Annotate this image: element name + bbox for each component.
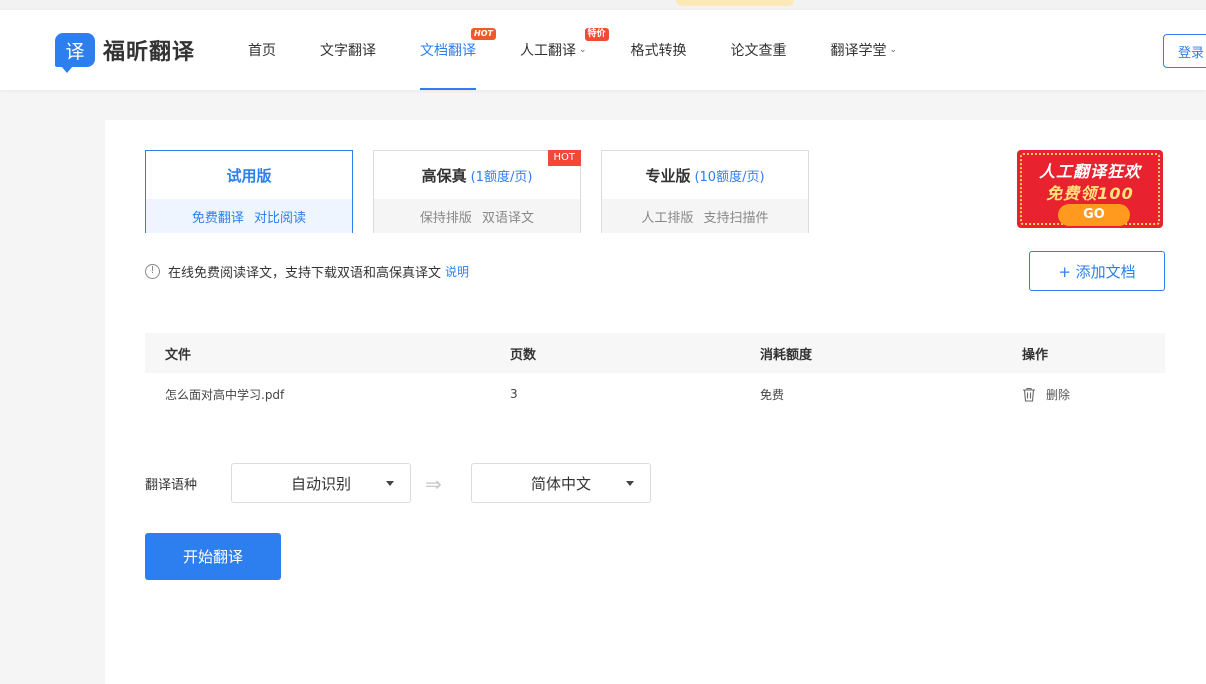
arrow-right-icon: ⇒: [425, 472, 442, 496]
plan-title: 试用版: [146, 151, 352, 199]
notice: ! 在线免费阅读译文，支持下载双语和高保真译文 说明: [145, 262, 469, 281]
nav-item-3[interactable]: 人工翻译 ⌄ 特价: [498, 10, 609, 90]
notice-link[interactable]: 说明: [445, 263, 469, 280]
start-translation-button[interactable]: 开始翻译: [145, 533, 281, 580]
main-nav: 首页 文字翻译 文档翻译 HOT 人工翻译 ⌄ 特价 格式转换 论文查重 翻译学堂 ⌄: [226, 10, 919, 90]
plan-card-0[interactable]: 试用版免费翻译 对比阅读: [145, 150, 353, 233]
nav-label: 首页: [248, 43, 276, 59]
add-document-button[interactable]: + 添加文档: [1029, 251, 1165, 291]
header-action: 操作: [1022, 347, 1049, 363]
nav-label: 翻译学堂: [830, 43, 887, 59]
file-name: 怎么面对高中学习.pdf: [165, 387, 285, 402]
main-panel: 试用版免费翻译 对比阅读 高保真 (1额度/页) 保持排版 双语译文 HOT 专业版 (10…: [105, 120, 1206, 684]
nav-item-5[interactable]: 论文查重: [709, 10, 809, 90]
nav-label: 文字翻译: [320, 43, 376, 59]
plan-name: 高保真: [421, 166, 467, 185]
header-file: 文件: [165, 347, 192, 363]
promo-banner[interactable]: 人工翻译狂欢 免费领100 GO: [1017, 150, 1163, 228]
nav-item-2[interactable]: 文档翻译 HOT: [398, 10, 498, 90]
chevron-down-icon: ⌄: [579, 45, 587, 55]
nav-label: 格式转换: [630, 43, 687, 59]
nav-badge: 特价: [584, 28, 609, 41]
cost-value: 免费: [760, 387, 785, 402]
promo-line1: 人工翻译狂欢: [1038, 162, 1141, 181]
plan-features: 保持排版 双语译文: [374, 199, 580, 233]
plan-name: 试用版: [226, 166, 272, 185]
header-pages: 页数: [510, 347, 537, 363]
file-table: 文件 页数 消耗额度 操作 怎么面对高中学习.pdf 3 免费 删除: [145, 333, 1165, 415]
plan-name: 专业版: [645, 166, 691, 185]
nav-item-1[interactable]: 文字翻译: [298, 10, 398, 90]
target-language-select[interactable]: 简体中文: [471, 463, 651, 503]
plan-card-2[interactable]: 专业版 (10额度/页) 人工排版 支持扫描件: [601, 150, 809, 233]
plan-credit: (10额度/页): [694, 169, 765, 185]
nav-label: 文档翻译: [420, 43, 476, 59]
plan-title: 专业版 (10额度/页): [602, 151, 808, 199]
nav-label: 论文查重: [730, 43, 787, 59]
info-icon: !: [145, 263, 160, 279]
plan-card-1[interactable]: 高保真 (1额度/页) 保持排版 双语译文 HOT: [373, 150, 581, 233]
source-language-select[interactable]: 自动识别: [231, 463, 411, 503]
chevron-down-icon: ⌄: [889, 45, 898, 55]
header-cost: 消耗额度: [760, 347, 813, 363]
promo-line2: 免费领100: [1046, 184, 1134, 203]
plan-credit: (1额度/页): [470, 169, 533, 185]
delete-button[interactable]: 删除: [1022, 373, 1070, 415]
table-header: 文件 页数 消耗额度 操作: [145, 333, 1165, 373]
plan-features: 人工排版 支持扫描件: [602, 199, 808, 233]
plan-features: 免费翻译 对比阅读: [146, 199, 352, 233]
nav-item-6[interactable]: 翻译学堂 ⌄: [809, 10, 920, 90]
logo-icon: 译: [55, 33, 95, 73]
page-count: 3: [510, 387, 518, 401]
nav-item-4[interactable]: 格式转换: [609, 10, 709, 90]
promo-go-button[interactable]: GO: [1058, 204, 1130, 226]
target-language-value: 简体中文: [530, 474, 591, 493]
source-language-value: 自动识别: [290, 474, 351, 493]
top-banner-strip: [0, 0, 1206, 10]
delete-label: 删除: [1046, 387, 1071, 402]
site-header: 译 福昕翻译 首页 文字翻译 文档翻译 HOT 人工翻译 ⌄ 特价 格式转换 论文查重 翻译学堂 ⌄…: [0, 10, 1206, 90]
language-label: 翻译语种: [145, 478, 198, 493]
table-row: 怎么面对高中学习.pdf 3 免费 删除: [145, 373, 1165, 415]
trash-icon: [1022, 387, 1035, 402]
nav-label: 人工翻译: [520, 43, 576, 59]
notice-text: 在线免费阅读译文，支持下载双语和高保真译文: [168, 265, 442, 281]
chevron-down-icon: [626, 481, 634, 486]
hot-badge: HOT: [547, 150, 581, 166]
logo[interactable]: 译 福昕翻译: [55, 32, 196, 73]
login-button[interactable]: 登录: [1163, 34, 1206, 68]
nav-item-0[interactable]: 首页: [226, 10, 298, 90]
nav-badge: HOT: [471, 28, 496, 40]
chevron-down-icon: [386, 481, 394, 486]
logo-text: 福昕翻译: [103, 40, 196, 65]
banner-peek: [676, 0, 794, 6]
